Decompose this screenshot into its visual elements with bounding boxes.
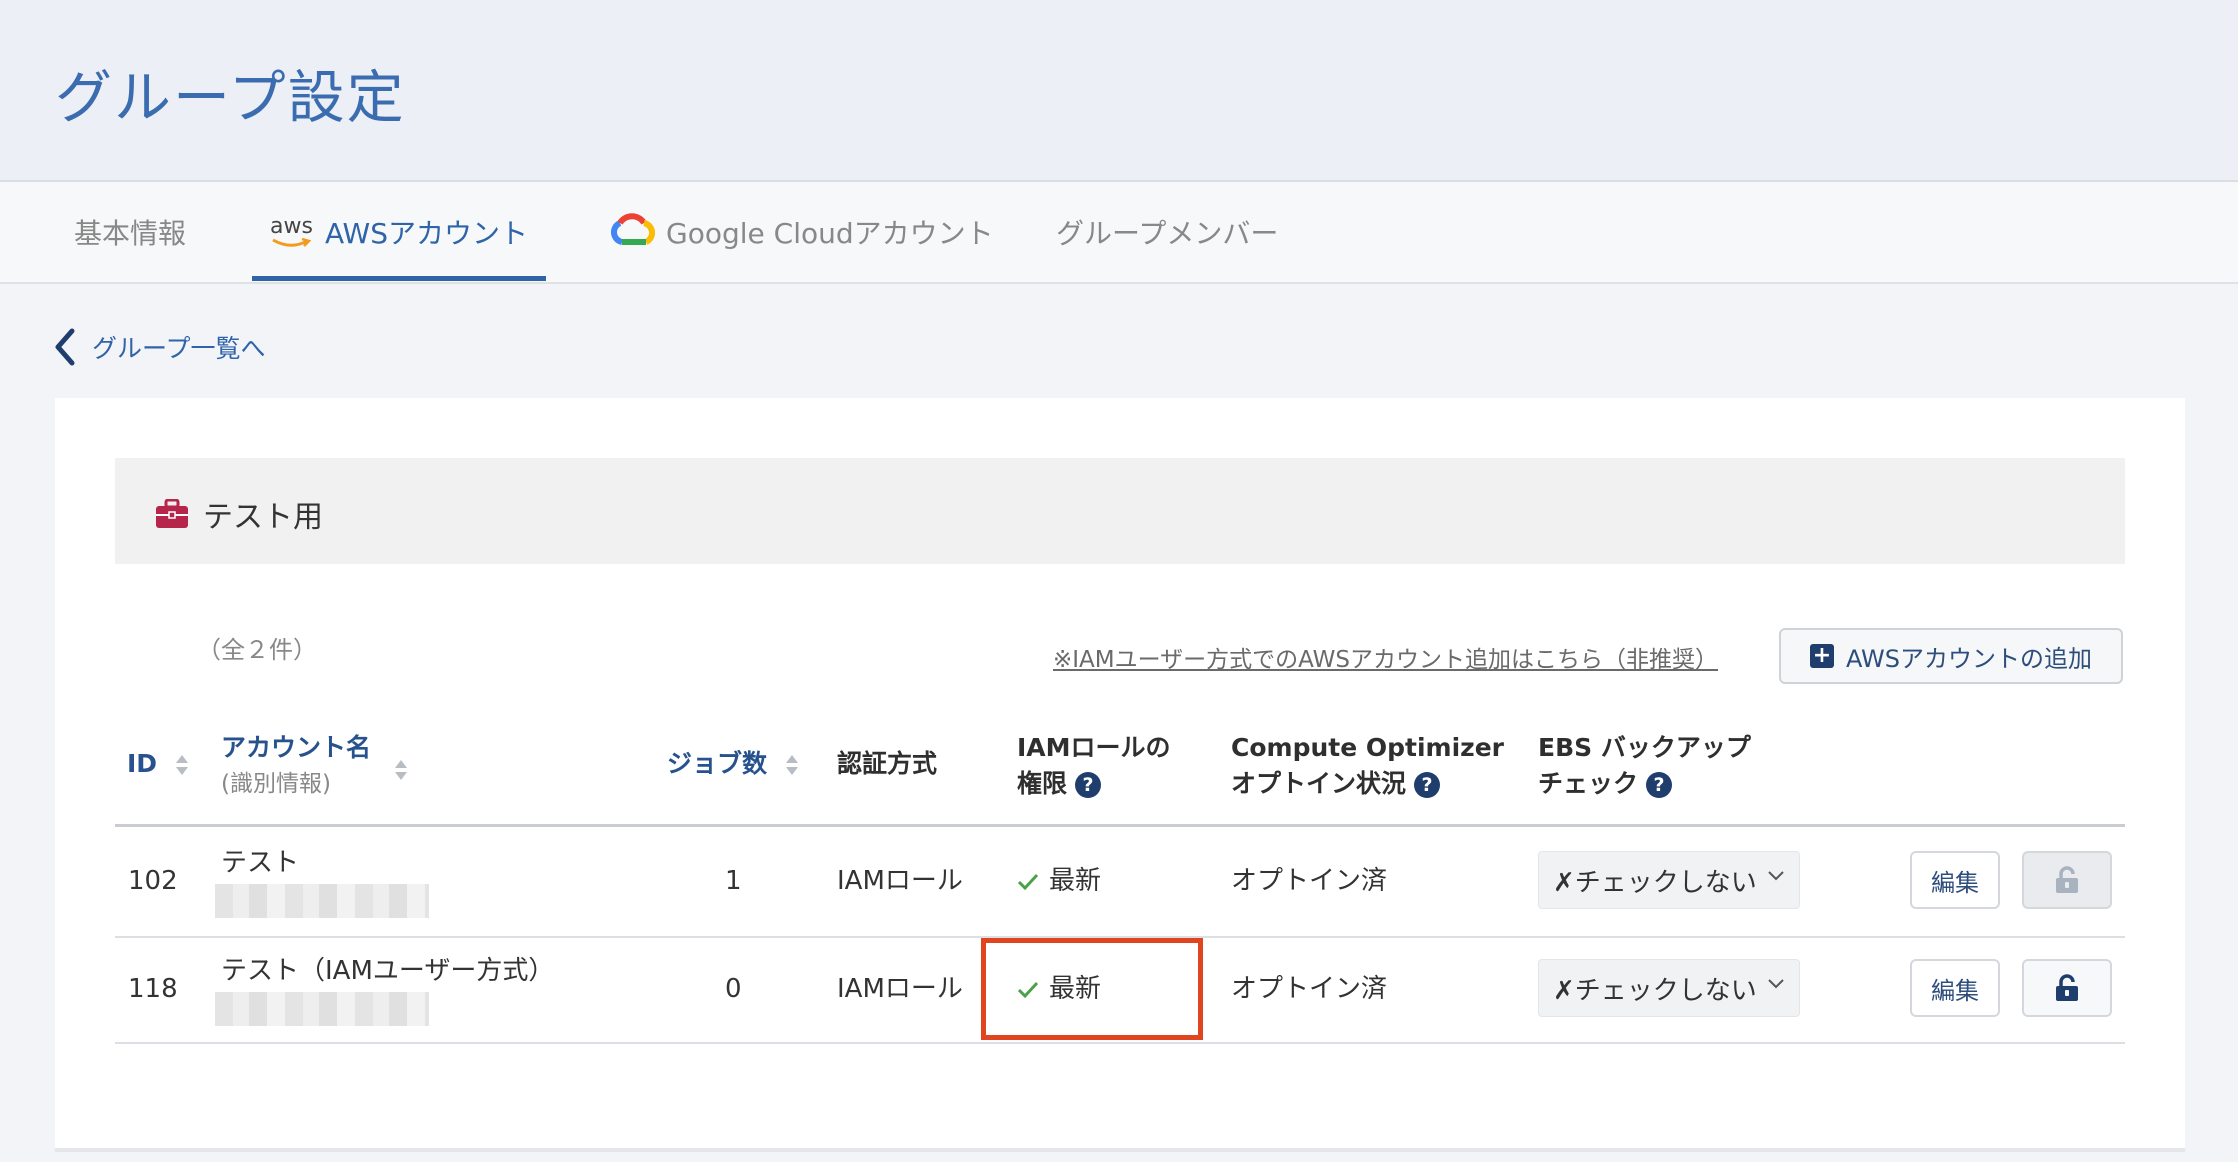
row-divider (115, 1042, 2125, 1044)
column-header-compute-optimizer: Compute Optimizer オプトイン状況? (1231, 733, 1504, 798)
column-header-sub: (識別情報) (221, 771, 331, 797)
ebs-check-select[interactable]: ✗チェックしない (1538, 959, 1800, 1017)
column-header-iam-permission: IAMロールの 権限? (1017, 733, 1171, 798)
cell-auth: IAMロール (837, 866, 963, 896)
tab-label: グループメンバー (1056, 217, 1279, 250)
column-header-auth: 認証方式 (837, 749, 938, 778)
cell-iam-permission: 最新 (1017, 864, 1101, 898)
column-header-id[interactable]: ID (127, 746, 190, 782)
tab-label: AWSアカウント (324, 217, 529, 250)
cell-auth: IAMロール (837, 974, 963, 1004)
help-icon[interactable]: ? (1646, 772, 1673, 798)
sort-icon[interactable] (393, 758, 409, 782)
redacted-account-info (215, 992, 429, 1026)
group-header (115, 458, 2125, 564)
tab-label: Google Cloudアカウント (666, 217, 994, 250)
aws-logo-icon: aws (270, 216, 313, 248)
page-title: グループ設定 (55, 65, 406, 131)
add-aws-account-button[interactable]: + AWSアカウントの追加 (1779, 628, 2123, 684)
tab-google-cloud-account[interactable]: Google Cloudアカウント (610, 182, 994, 282)
check-icon (1017, 873, 1039, 890)
tab-group-members[interactable]: グループメンバー (1056, 182, 1278, 282)
cell-jobs: 0 (725, 974, 742, 1004)
unlock-icon (2056, 866, 2078, 893)
iam-user-method-link[interactable]: ※IAMユーザー方式でのAWSアカウント追加はこちら（非推奨） (1053, 640, 1718, 674)
chevron-down-icon (1768, 871, 1784, 881)
briefcase-icon (156, 499, 188, 528)
back-to-group-list-link[interactable]: グループ一覧へ (54, 328, 266, 366)
chevron-left-icon (55, 328, 75, 366)
unlock-button[interactable] (2022, 851, 2112, 909)
record-count: （全２件） (197, 636, 317, 664)
active-tab-indicator (252, 276, 546, 281)
column-header-ebs-backup: EBS バックアップ チェック? (1538, 733, 1751, 798)
sort-icon (175, 755, 188, 775)
tab-label: 基本情報 (74, 217, 187, 250)
help-icon[interactable]: ? (1414, 772, 1441, 798)
table-header-divider (115, 824, 2125, 827)
cell-id: 118 (128, 974, 178, 1004)
sort-icon (785, 755, 798, 775)
google-cloud-icon (610, 212, 656, 253)
cell-id: 102 (128, 866, 178, 896)
column-header-account-name[interactable]: アカウント名 (識別情報) (221, 730, 371, 802)
unlock-icon (2056, 974, 2078, 1001)
cell-jobs: 1 (725, 866, 742, 896)
redacted-account-info (215, 884, 429, 918)
page-header: グループ設定 (0, 0, 2238, 182)
column-header-jobs[interactable]: ジョブ数 (667, 746, 800, 782)
group-name: テスト用 (203, 500, 323, 535)
edit-button[interactable]: 編集 (1910, 959, 2000, 1017)
cell-compute-optimizer: オプトイン済 (1231, 974, 1388, 1004)
back-link-label: グループ一覧へ (92, 334, 266, 363)
unlock-button[interactable] (2022, 959, 2112, 1017)
group-title: テスト用 (155, 492, 323, 536)
highlight-annotation-box (981, 938, 1203, 1040)
tab-bar: 基本情報 aws AWSアカウント Google Cloudアカウント グループ… (0, 182, 2238, 284)
plus-icon: + (1809, 644, 1834, 668)
ebs-check-select[interactable]: ✗チェックしない (1538, 851, 1800, 909)
cell-account-name: テスト（IAMユーザー方式） (221, 956, 555, 986)
cell-account-name: テスト (221, 848, 300, 878)
cell-compute-optimizer: オプトイン済 (1231, 866, 1388, 896)
add-button-label: AWSアカウントの追加 (1845, 644, 2093, 673)
tab-aws-account[interactable]: aws AWSアカウント (270, 182, 528, 282)
tab-basic-info[interactable]: 基本情報 (74, 182, 186, 282)
chevron-down-icon (1768, 979, 1784, 989)
edit-button[interactable]: 編集 (1910, 851, 2000, 909)
help-icon[interactable]: ? (1075, 772, 1102, 798)
